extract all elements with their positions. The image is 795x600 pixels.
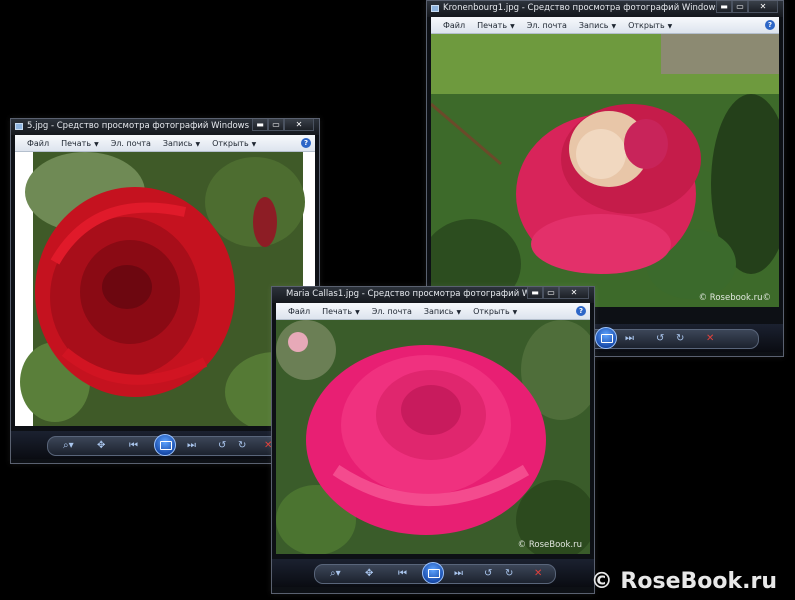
fit-icon[interactable]: ✥ xyxy=(97,440,105,452)
rotate-cw-icon[interactable]: ↻ xyxy=(505,568,513,580)
window-icon xyxy=(15,123,23,130)
rotate-cw-icon[interactable]: ↻ xyxy=(676,333,684,345)
title-bar[interactable]: Maria Callas1.jpg - Средство просмотра ф… xyxy=(272,287,594,303)
maximize-button[interactable]: ▭ xyxy=(543,287,559,299)
fit-icon[interactable]: ✥ xyxy=(365,568,373,580)
title-bar[interactable]: Kronenbourg1.jpg - Средство просмотра фо… xyxy=(427,1,783,17)
rotate-ccw-icon[interactable]: ↺ xyxy=(218,440,226,452)
menu-open[interactable]: Открыть ▼ xyxy=(212,139,256,148)
site-watermark: © RoseBook.ru xyxy=(590,569,777,594)
menu-file[interactable]: Файл xyxy=(27,139,49,148)
delete-icon[interactable]: ✕ xyxy=(706,333,714,345)
minimize-button[interactable]: ▬ xyxy=(716,1,732,13)
window-title: 5.jpg - Средство просмотра фотографий Wi… xyxy=(27,121,250,131)
maximize-button[interactable]: ▭ xyxy=(268,119,284,131)
minimize-button[interactable]: ▬ xyxy=(527,287,543,299)
close-button[interactable]: ✕ xyxy=(559,287,589,299)
close-button[interactable]: ✕ xyxy=(284,119,314,131)
maximize-button[interactable]: ▭ xyxy=(732,1,748,13)
photo-area: © RoseBook.ru xyxy=(276,320,590,554)
minimize-button[interactable]: ▬ xyxy=(252,119,268,131)
menu-file[interactable]: Файл xyxy=(288,307,310,316)
photo-red-rose xyxy=(20,152,315,426)
viewer-toolbar: ⌕▾ ✥ ⏮ ⏭ ↺ ↻ ✕ xyxy=(272,559,594,587)
help-icon[interactable]: ? xyxy=(765,20,775,30)
photo-watermark: © Rosebook.ru© xyxy=(698,293,771,303)
help-icon[interactable]: ? xyxy=(301,138,311,148)
window-icon xyxy=(431,5,439,12)
menu-print[interactable]: Печать ▼ xyxy=(322,307,360,316)
next-icon[interactable]: ⏭ xyxy=(454,568,463,580)
help-icon[interactable]: ? xyxy=(576,306,586,316)
zoom-icon[interactable]: ⌕▾ xyxy=(330,568,341,580)
menu-email[interactable]: Эл. почта xyxy=(111,139,151,148)
close-button[interactable]: ✕ xyxy=(748,1,778,13)
photo-kronenbourg-rose xyxy=(431,34,779,307)
menu-bar: Файл Печать ▼ Эл. почта Запись ▼ Открыть ▼ … xyxy=(276,303,590,320)
menu-open[interactable]: Открыть ▼ xyxy=(473,307,517,316)
rotate-ccw-icon[interactable]: ↺ xyxy=(484,568,492,580)
photo-area xyxy=(15,152,315,426)
slideshow-icon[interactable] xyxy=(154,434,176,456)
photo-watermark: © RoseBook.ru xyxy=(517,540,582,550)
next-icon[interactable]: ⏭ xyxy=(187,440,196,452)
menu-burn[interactable]: Запись ▼ xyxy=(163,139,200,148)
menu-bar: Файл Печать ▼ Эл. почта Запись ▼ Открыть ▼ … xyxy=(431,17,779,34)
delete-icon[interactable]: ✕ xyxy=(534,568,542,580)
menu-bar: Файл Печать ▼ Эл. почта Запись ▼ Открыть ▼ … xyxy=(15,135,315,152)
window-title: Kronenbourg1.jpg - Средство просмотра фо… xyxy=(443,3,720,13)
menu-burn[interactable]: Запись ▼ xyxy=(579,21,616,30)
prev-icon[interactable]: ⏮ xyxy=(398,568,407,580)
slideshow-icon[interactable] xyxy=(595,327,617,349)
photo-maria-callas-rose xyxy=(276,320,590,554)
photo-viewer-window-front: Maria Callas1.jpg - Средство просмотра ф… xyxy=(271,286,595,594)
prev-icon[interactable]: ⏮ xyxy=(129,440,138,452)
slideshow-icon[interactable] xyxy=(422,562,444,584)
menu-print[interactable]: Печать ▼ xyxy=(477,21,515,30)
window-title: Maria Callas1.jpg - Средство просмотра ф… xyxy=(286,289,560,299)
title-bar[interactable]: 5.jpg - Средство просмотра фотографий Wi… xyxy=(11,119,319,135)
menu-open[interactable]: Открыть ▼ xyxy=(628,21,672,30)
next-icon[interactable]: ⏭ xyxy=(625,333,634,345)
menu-file[interactable]: Файл xyxy=(443,21,465,30)
menu-burn[interactable]: Запись ▼ xyxy=(424,307,461,316)
menu-print[interactable]: Печать ▼ xyxy=(61,139,99,148)
photo-area: © Rosebook.ru© xyxy=(431,34,779,307)
zoom-icon[interactable]: ⌕▾ xyxy=(63,440,74,452)
rotate-ccw-icon[interactable]: ↺ xyxy=(656,333,664,345)
menu-email[interactable]: Эл. почта xyxy=(372,307,412,316)
menu-email[interactable]: Эл. почта xyxy=(527,21,567,30)
rotate-cw-icon[interactable]: ↻ xyxy=(238,440,246,452)
